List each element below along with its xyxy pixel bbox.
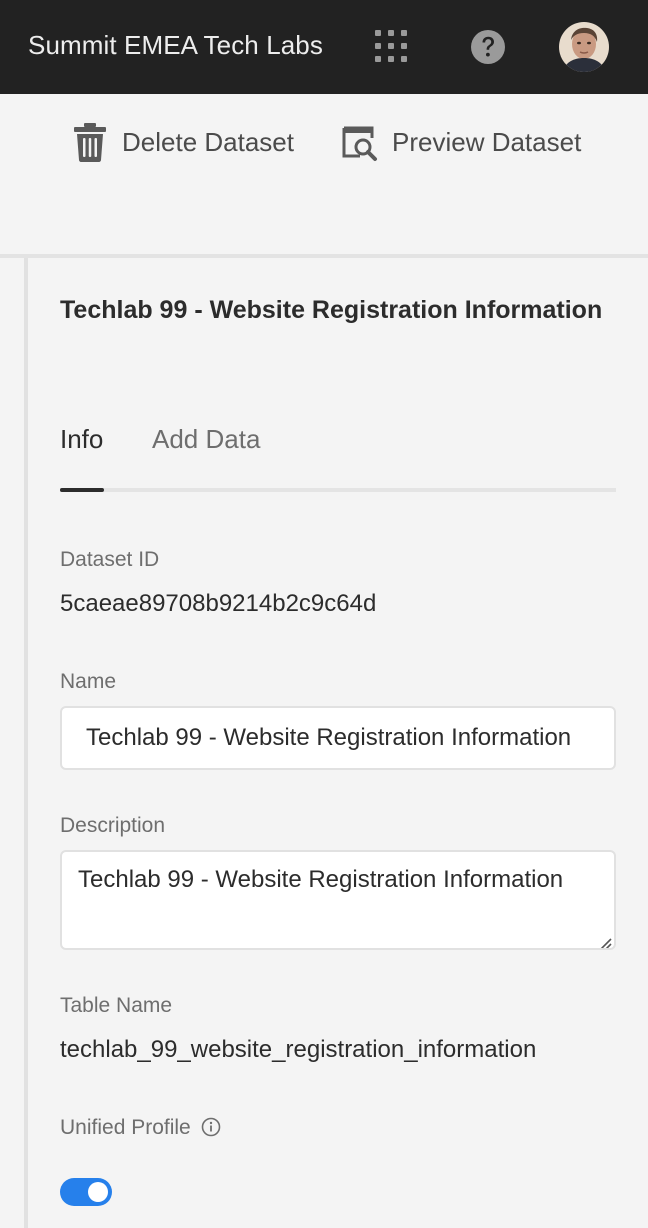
tab-bar: Info Add Data — [60, 424, 616, 492]
dataset-id-value: 5caeae89708b9214b2c9c64d — [60, 590, 377, 617]
dataset-id-label: Dataset ID — [60, 548, 160, 571]
tab-info[interactable]: Info — [60, 424, 103, 455]
name-label: Name — [60, 670, 117, 693]
tab-active-indicator — [60, 488, 104, 492]
action-bar-divider — [0, 254, 648, 258]
dataset-title: Techlab 99 - Website Registration Inform… — [60, 296, 603, 324]
tab-add-data[interactable]: Add Data — [152, 424, 260, 455]
apps-grid-icon[interactable] — [374, 30, 408, 62]
panel-side-rail — [24, 258, 28, 1228]
unified-profile-row: Unified Profile — [60, 1116, 221, 1140]
tab-track — [60, 488, 616, 492]
description-text: Techlab 99 - Website Registration Inform… — [78, 866, 564, 893]
description-label: Description — [60, 814, 166, 837]
delete-dataset-button[interactable]: Delete Dataset — [72, 120, 294, 164]
toggle-knob — [88, 1182, 108, 1202]
trash-icon — [72, 122, 108, 162]
help-icon[interactable] — [470, 29, 506, 65]
top-bar: Summit EMEA Tech Labs — [0, 0, 648, 94]
delete-dataset-label: Delete Dataset — [122, 126, 294, 157]
app-title: Summit EMEA Tech Labs — [28, 30, 323, 60]
table-name-label: Table Name — [60, 994, 173, 1017]
preview-dataset-button[interactable]: Preview Dataset — [342, 120, 581, 164]
user-avatar[interactable] — [559, 22, 609, 72]
unified-profile-toggle[interactable] — [60, 1178, 112, 1206]
preview-dataset-label: Preview Dataset — [392, 126, 582, 157]
resize-handle-icon[interactable] — [596, 930, 612, 948]
info-icon[interactable] — [201, 1117, 221, 1137]
action-bar: Delete Dataset Preview Dataset — [0, 94, 648, 254]
table-name-value: techlab_99_website_registration_informat… — [60, 1036, 537, 1063]
name-input[interactable]: Techlab 99 - Website Registration Inform… — [60, 706, 616, 770]
description-textarea[interactable]: Techlab 99 - Website Registration Inform… — [60, 850, 616, 950]
preview-search-icon — [342, 122, 378, 162]
unified-profile-label: Unified Profile — [60, 1116, 191, 1139]
